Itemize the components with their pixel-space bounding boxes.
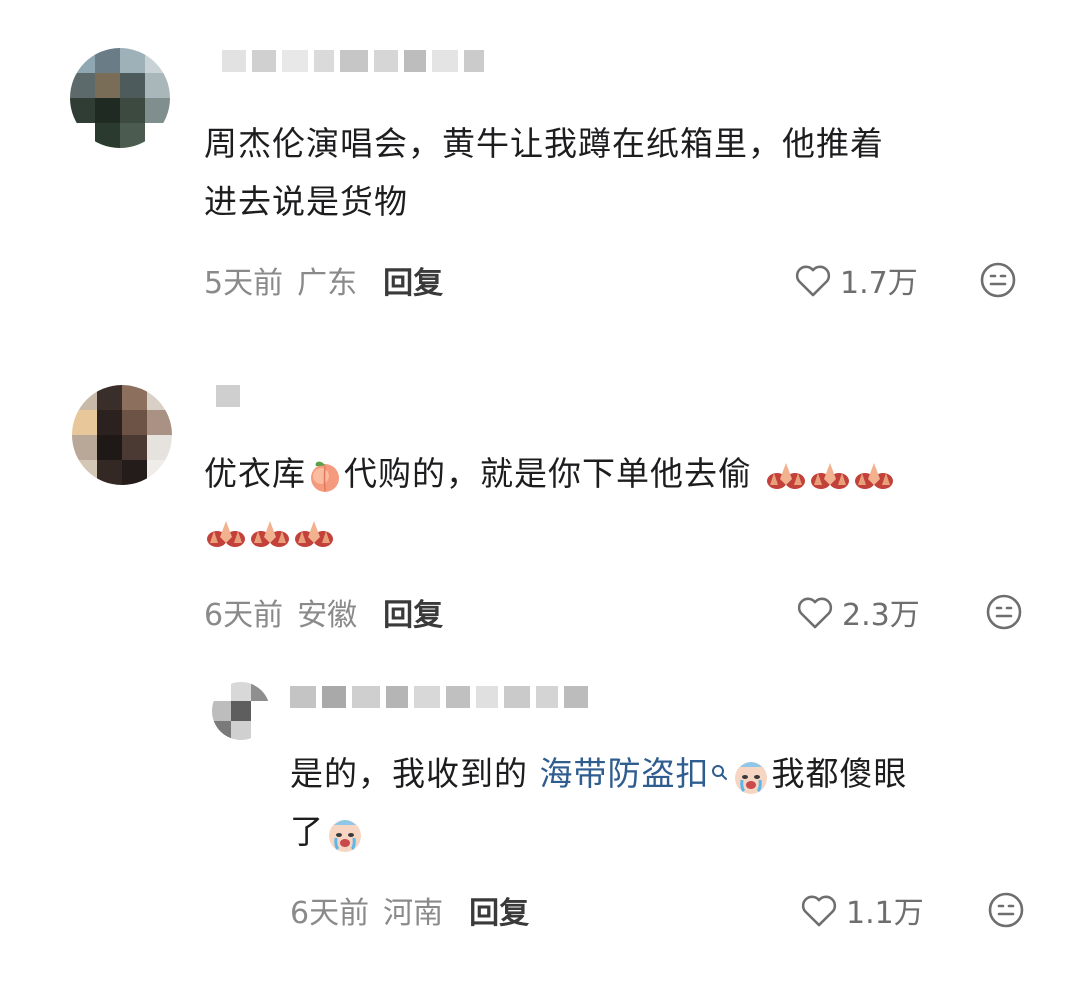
comment-meta: 5天前 广东 回复 [204,258,443,302]
comment-text-line: 了 [290,803,908,861]
username-blurred[interactable] [290,686,588,708]
like-button[interactable]: 1.7万 [794,258,918,302]
reply-button[interactable]: 回复 [383,590,443,634]
comment-text-line: 周杰伦演唱会，黄牛让我蹲在纸箱里，他推着 [204,124,884,163]
praying-hands-emoji [251,520,289,547]
praying-hands-emoji [854,462,893,489]
like-button[interactable]: 2.3万 [796,590,920,634]
comment-text-line: 是的，我收到的 海带防盗扣 我都傻眼 [290,745,908,803]
username-blurred[interactable] [222,50,484,72]
like-count: 2.3万 [842,598,920,633]
comment-text: 周杰伦演唱会，黄牛让我蹲在纸箱里，他推着 进去说是货物 [204,115,884,231]
smiley-face-icon[interactable] [984,592,1024,632]
like-button[interactable]: 1.1万 [800,888,924,932]
peach-emoji [311,461,339,492]
username-blurred[interactable] [216,385,240,407]
praying-hands-emoji [810,462,849,489]
location: 广东 [297,266,358,301]
comment-text-part: 是的，我收到的 [290,754,540,793]
timestamp: 6天前 [204,598,284,633]
avatar[interactable] [70,48,170,148]
comment-text-part: 代购的，就是你下单他去偷 [344,454,752,493]
comment-text-line: 优衣库 代购的，就是你下单他去偷 [204,445,896,503]
avatar[interactable] [212,682,270,740]
search-icon[interactable] [710,761,730,791]
praying-hands-emoji [295,520,333,547]
crying-face-emoji [329,819,361,852]
crying-face-emoji [734,761,767,794]
location: 安徽 [297,598,358,633]
heart-outline-icon [797,597,833,629]
comment-meta: 6天前 河南 回复 [290,888,529,932]
smiley-face-icon[interactable] [986,890,1026,930]
reply-button[interactable]: 回复 [383,258,443,302]
heart-outline-icon [795,265,831,297]
avatar[interactable] [72,385,172,485]
comment-text-part: 了 [290,812,324,851]
comment-text-line [204,503,896,561]
timestamp: 6天前 [290,896,370,931]
comment-text: 优衣库 代购的，就是你下单他去偷 [204,445,896,561]
comment-text-part: 我都傻眼 [771,754,908,793]
search-link[interactable]: 海带防盗扣 [540,754,710,793]
praying-hands-emoji [207,520,245,547]
comment-text: 是的，我收到的 海带防盗扣 我都傻眼 了 [290,745,908,861]
praying-hands-emoji-group [752,454,896,493]
like-count: 1.7万 [840,266,918,301]
smiley-face-icon[interactable] [978,260,1018,300]
like-count: 1.1万 [846,896,924,931]
comment-meta: 6天前 安徽 回复 [204,590,443,634]
comment-text-line: 进去说是货物 [204,182,408,221]
location: 河南 [383,896,444,931]
praying-hands-emoji [766,462,805,489]
comment-text-part: 优衣库 [204,454,306,493]
timestamp: 5天前 [204,266,284,301]
heart-outline-icon [801,895,837,927]
reply-button[interactable]: 回复 [469,888,529,932]
